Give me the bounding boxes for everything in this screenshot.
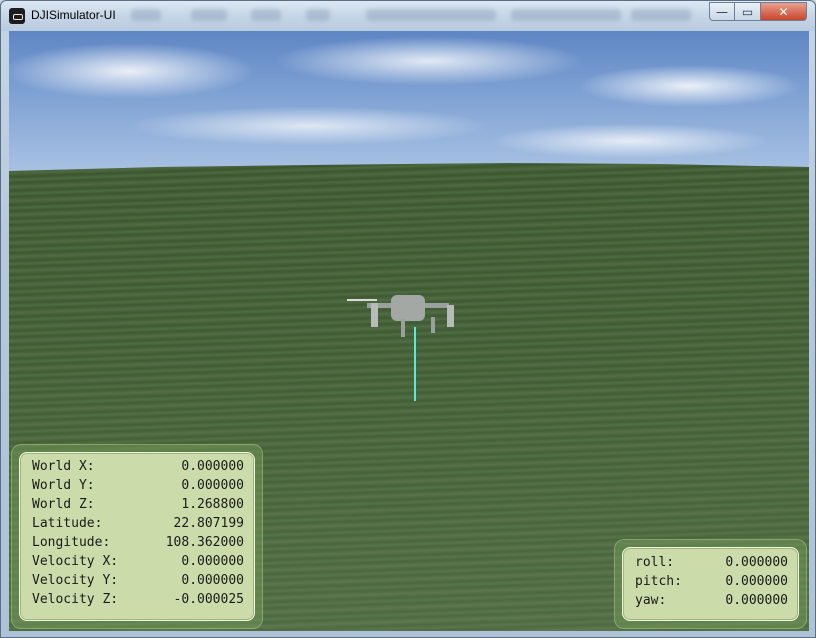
row-value: 0.000000 — [725, 555, 788, 570]
position-row: World Z: 1.268800 — [32, 497, 244, 515]
drone-model — [345, 283, 465, 403]
title-bar-blur — [511, 9, 621, 21]
row-value: 1.268800 — [181, 497, 244, 512]
title-bar-blur — [631, 9, 691, 21]
row-label: Longitude: — [32, 535, 111, 550]
title-bar-blur — [191, 9, 227, 21]
landing-gear — [401, 319, 405, 337]
title-bar-blur — [366, 9, 496, 21]
position-row: Longitude: 108.362000 — [32, 535, 244, 553]
propeller — [347, 299, 377, 301]
simulator-window: DJISimulator-UI — ▭ ✕ World X: 0.000000 … — [0, 0, 816, 638]
minimize-button[interactable]: — — [709, 2, 735, 21]
row-label: yaw: — [635, 593, 667, 608]
row-label: roll: — [635, 555, 675, 570]
close-icon: ✕ — [778, 5, 789, 19]
attitude-row: roll: 0.000000 — [635, 555, 788, 573]
row-label: Latitude: — [32, 516, 103, 531]
row-value: 0.000000 — [181, 573, 244, 588]
row-value: 0.000000 — [725, 593, 788, 608]
close-button[interactable]: ✕ — [761, 2, 807, 21]
simulation-viewport[interactable]: World X: 0.000000 World Y: 0.000000 Worl… — [9, 31, 809, 631]
title-bar-blur — [251, 9, 281, 21]
row-value: 0.000000 — [181, 459, 244, 474]
position-row: World Y: 0.000000 — [32, 478, 244, 496]
row-label: Velocity Y: — [32, 573, 119, 588]
position-row: World X: 0.000000 — [32, 459, 244, 477]
dji-app-icon — [9, 8, 25, 24]
row-value: 0.000000 — [181, 554, 244, 569]
window-title: DJISimulator-UI — [31, 8, 116, 22]
row-label: Velocity X: — [32, 554, 119, 569]
title-bar[interactable]: DJISimulator-UI — ▭ ✕ — [1, 1, 815, 31]
maximize-icon: ▭ — [741, 5, 754, 19]
drone-motor — [371, 303, 378, 327]
row-value: 108.362000 — [165, 535, 244, 550]
position-row: Velocity Z: -0.000025 — [32, 592, 244, 610]
position-row: Latitude: 22.807199 — [32, 516, 244, 534]
title-bar-blur — [306, 9, 330, 21]
landing-gear — [431, 317, 435, 333]
position-row: Velocity Y: 0.000000 — [32, 573, 244, 591]
row-value: 0.000000 — [725, 574, 788, 589]
maximize-button[interactable]: ▭ — [735, 2, 761, 21]
row-label: pitch: — [635, 574, 682, 589]
drone-body — [391, 295, 425, 321]
drone-arm — [423, 303, 449, 308]
row-value: -0.000025 — [173, 592, 244, 607]
altitude-line — [414, 327, 416, 401]
title-bar-blur — [131, 9, 161, 21]
minimize-icon: — — [716, 5, 728, 19]
attitude-row: pitch: 0.000000 — [635, 574, 788, 592]
position-row: Velocity X: 0.000000 — [32, 554, 244, 572]
drone-motor — [447, 305, 454, 327]
row-value: 0.000000 — [181, 478, 244, 493]
row-value: 22.807199 — [173, 516, 244, 531]
position-panel: World X: 0.000000 World Y: 0.000000 Worl… — [19, 452, 255, 621]
row-label: World X: — [32, 459, 95, 474]
attitude-panel: roll: 0.000000 pitch: 0.000000 yaw: 0.00… — [622, 547, 799, 621]
attitude-row: yaw: 0.000000 — [635, 593, 788, 611]
row-label: Velocity Z: — [32, 592, 119, 607]
sky — [9, 31, 809, 173]
row-label: World Y: — [32, 478, 95, 493]
row-label: World Z: — [32, 497, 95, 512]
